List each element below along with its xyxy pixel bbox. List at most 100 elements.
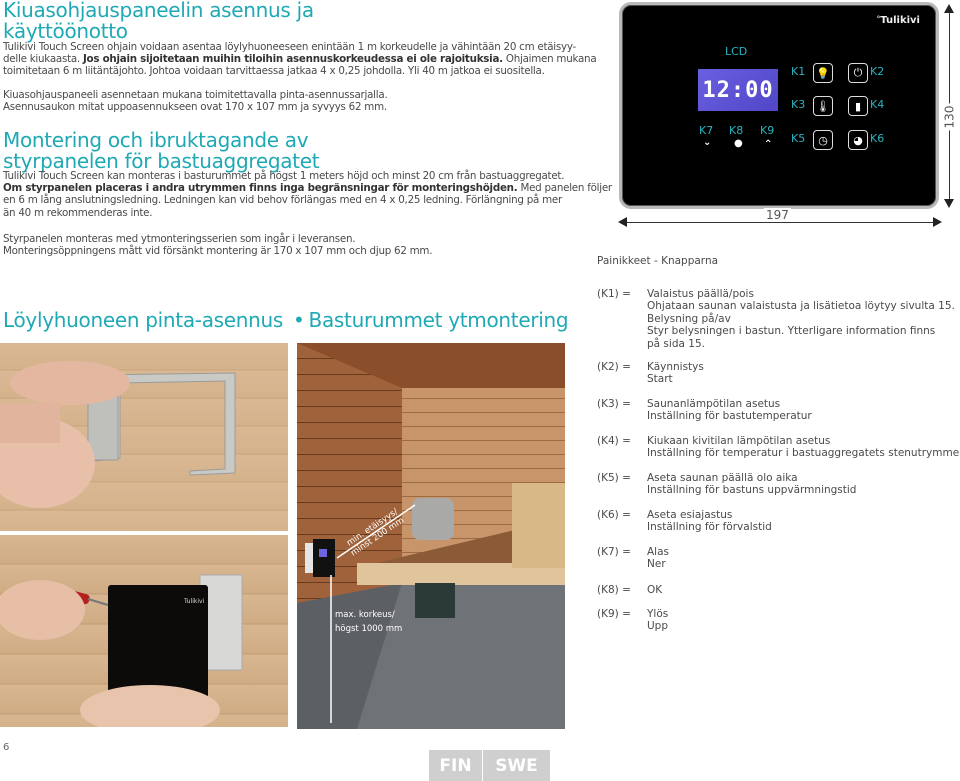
buttons-caption: Painikkeet - Knapparna <box>597 255 719 267</box>
legend-description-line: Ohjataan saunan valaistusta ja lisätieto… <box>647 300 955 313</box>
bold-text: Om styrpanelen placeras i andra utrymmen… <box>3 182 518 195</box>
legend-description: Käynnistys Start <box>647 361 704 386</box>
photo-panel-brand: Tulikivi <box>183 598 205 605</box>
legend-description-line: Käynnistys <box>647 361 704 373</box>
legend-description: OK <box>647 584 662 596</box>
sv-paragraph-1: Tulikivi Touch Screen kan monteras i bas… <box>3 170 612 219</box>
lcd-label: LCD <box>725 45 748 58</box>
height-annotation-line1: max. korkeus/ <box>335 610 395 620</box>
sauna-illustration: min. etäisyys/ minst 200 mm max. korkeus… <box>297 343 565 729</box>
fi-p1-line: Tulikivi Touch Screen ohjain voidaan ase… <box>3 41 596 53</box>
photo-panel-attachment: Tulikivi <box>0 535 288 727</box>
lcd-time: 12:00 <box>702 77 774 103</box>
text: Med panelen följer <box>517 182 612 195</box>
fi-paragraph-2: Kiuasohjauspaneeli asennetaan mukana toi… <box>3 89 388 114</box>
k5-label: K5 <box>791 132 806 145</box>
fi-p2-line: Asennusaukon mitat uppoasennukseen ovat … <box>3 101 387 114</box>
power-icon: ⏻ <box>853 66 863 79</box>
width-dimension-arrow <box>618 217 942 227</box>
k5-button[interactable]: ◷ <box>813 130 833 150</box>
legend-description-line: Aseta saunan päällä olo aika <box>647 472 798 484</box>
thermometer-icon: 🌡 <box>816 99 830 113</box>
legend-key: (K9) = <box>597 608 631 620</box>
legend-key: (K3) = <box>597 398 631 410</box>
legend-key: (K7) = <box>597 546 631 558</box>
text: en 6 m lång anslutningsledning. Ledninge… <box>3 194 562 207</box>
ok-dot-icon[interactable]: ● <box>734 138 743 149</box>
page-number: 6 <box>3 742 10 753</box>
sv-p2-line: Styrpanelen monteras med ytmonteringsser… <box>3 233 356 245</box>
legend-description-line: Valaistus päällä/pois <box>647 288 754 300</box>
text: än 40 m rekommenderas inte. <box>3 206 153 219</box>
sv-p1-line: en 6 m lång anslutningsledning. Ledninge… <box>3 194 612 206</box>
sv-p1-line: än 40 m rekommenderas inte. <box>3 207 612 219</box>
legend-key: (K5) = <box>597 472 631 484</box>
k2-label: K2 <box>870 65 885 78</box>
k6-label: K6 <box>870 132 885 145</box>
chevron-up-icon[interactable]: ⌃ <box>764 139 772 150</box>
k4-label: K4 <box>870 98 885 111</box>
text: Tulikivi Touch Screen kan monteras i bas… <box>3 170 565 182</box>
k3-label: K3 <box>791 98 806 111</box>
k6-button[interactable]: ◕ <box>848 130 868 150</box>
control-panel-diagram: Tulikivi LCD 12:00 K1 💡 ⏻ K2 K3 🌡 ▮ K4 K… <box>619 2 939 209</box>
legend-description-line: Aseta esiajastus <box>647 509 733 521</box>
legend-description-line: Belysning på/av <box>647 312 731 325</box>
legend-key: (K4) = <box>597 435 631 447</box>
text: Tulikivi Touch Screen ohjain voidaan ase… <box>3 41 577 53</box>
sv-title-line1: Montering och ibruktagande av <box>3 128 309 152</box>
k1-label: K1 <box>791 65 806 78</box>
k9-label: K9 <box>760 124 775 137</box>
legend-description: Alas Ner <box>647 546 669 571</box>
fi-title-line1: Kiuasohjauspaneelin asennus ja <box>3 0 314 22</box>
sv-p2-line: Monteringsöppningens mått vid försänkt m… <box>3 245 433 258</box>
preset-timer-icon: ◕ <box>853 133 863 147</box>
legend-key: (K6) = <box>597 509 631 521</box>
clock-icon: ◷ <box>818 133 828 147</box>
sv-paragraph-2: Styrpanelen monteras med ytmonteringsser… <box>3 233 433 258</box>
language-tab-fin[interactable]: FIN <box>429 750 482 781</box>
fi-paragraph-1: Tulikivi Touch Screen ohjain voidaan ase… <box>3 41 597 78</box>
fi-title: Kiuasohjauspaneelin asennus ja käyttööno… <box>3 0 314 42</box>
photo-bracket-installation <box>0 343 288 531</box>
legend-description-line: Upp <box>647 620 669 633</box>
legend-description-line: Styr belysningen i bastun. Ytterligare i… <box>647 325 936 338</box>
k3-button[interactable]: 🌡 <box>813 96 833 116</box>
legend-description-line: Ylös <box>647 608 669 620</box>
legend-description-line: Saunanlämpötilan asetus <box>647 398 781 410</box>
legend-description: Aseta esiajastus Inställning för förvalst… <box>647 509 772 534</box>
text: delle kiukaasta. <box>3 53 83 66</box>
k4-button[interactable]: ▮ <box>848 96 868 116</box>
language-tab-swe[interactable]: SWE <box>483 750 550 781</box>
width-dimension-label: 197 <box>764 208 791 222</box>
sv-title-line2: styrpanelen för bastuaggregatet <box>3 149 320 173</box>
height-annotation-line2: högst 1000 mm <box>335 624 402 634</box>
legend-description-line: Ner <box>647 558 666 571</box>
legend-description-line: Inställning för bastuns uppvärmningstid <box>647 484 857 497</box>
fi-p2-line: Kiuasohjauspaneeli asennetaan mukana toi… <box>3 89 388 101</box>
legend-key: (K2) = <box>597 361 631 373</box>
k8-label: K8 <box>729 124 744 137</box>
legend-description: Valaistus päällä/pois Ohjataan saunan val… <box>647 288 955 350</box>
sv-p1-line: Tulikivi Touch Screen kan monteras i bas… <box>3 170 612 182</box>
legend-key: (K8) = <box>597 584 631 596</box>
legend-description-line: på sida 15. <box>647 337 705 350</box>
k1-button[interactable]: 💡 <box>813 63 833 83</box>
separator-dot: • <box>293 308 305 332</box>
k7-label: K7 <box>699 124 714 137</box>
legend-description-line: Inställning för förvalstid <box>647 521 772 534</box>
brand-logo: Tulikivi <box>877 15 920 26</box>
stone-temperature-icon: ▮ <box>854 99 862 113</box>
sv-p1-line: Om styrpanelen placeras i andra utrymmen… <box>3 182 612 194</box>
k2-button[interactable]: ⏻ <box>848 63 868 83</box>
photo-sauna-room: min. etäisyys/ minst 200 mm max. korkeus… <box>297 343 565 729</box>
legend-description-line: Start <box>647 373 673 386</box>
legend-description-line: Kiukaan kivitilan lämpötilan asetus <box>647 435 831 447</box>
fi-p1-line: delle kiukaasta. Jos ohjain sijoitetaan … <box>3 53 597 66</box>
mounting-title-fi: Löylyhuoneen pinta-asennus <box>3 308 284 332</box>
chevron-down-icon[interactable]: ⌄ <box>703 137 711 148</box>
bracket-illustration <box>0 361 236 508</box>
mounting-title-sv: Basturummet ytmontering <box>308 308 569 332</box>
height-dimension-label: 130 <box>942 103 957 131</box>
legend-key: (K1) = <box>597 288 631 300</box>
